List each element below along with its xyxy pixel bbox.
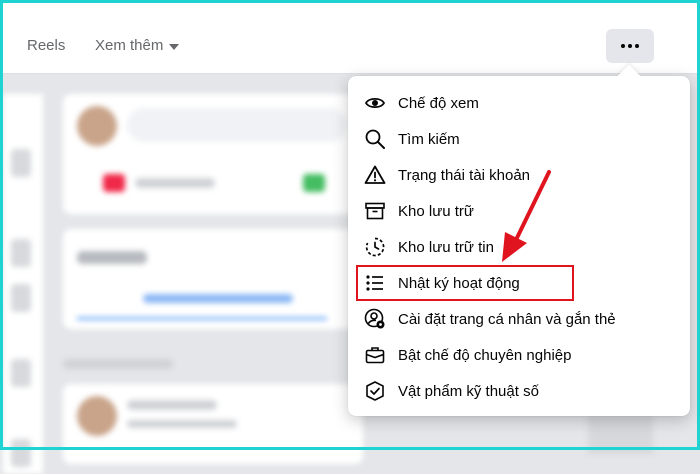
- annotation-arrow: [502, 170, 551, 262]
